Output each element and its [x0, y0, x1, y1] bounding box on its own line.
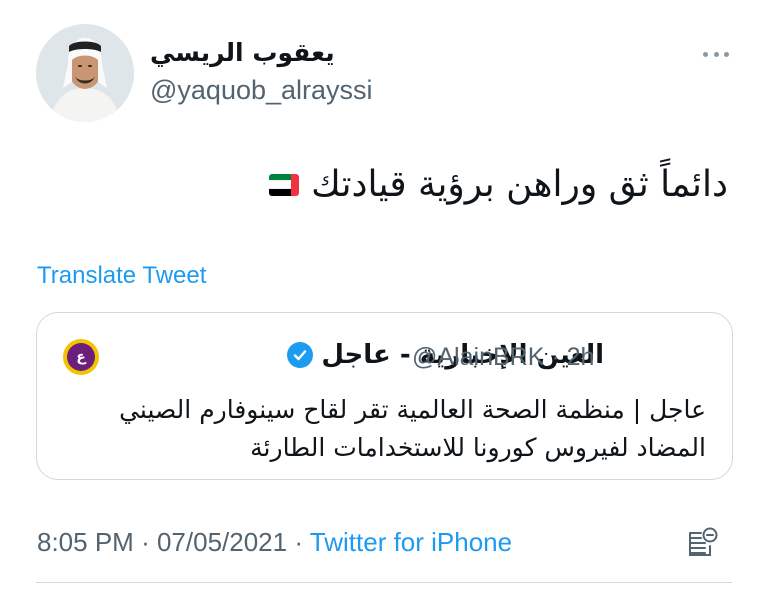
uae-flag-icon	[269, 173, 300, 196]
author-handle[interactable]: @yaquob_alrayssi	[150, 75, 373, 106]
quoted-avatar-letter: ع	[67, 343, 95, 371]
verified-icon	[287, 342, 314, 368]
tweet-date[interactable]: 07/05/2021	[157, 527, 287, 557]
more-icon[interactable]	[700, 46, 732, 62]
author-display-name[interactable]: يعقوب الريسي	[150, 38, 335, 67]
tweet-time[interactable]: 8:05 PM	[37, 527, 134, 557]
author-avatar[interactable]	[36, 24, 134, 122]
bottom-divider	[36, 582, 732, 583]
meta-separator: ·	[294, 527, 304, 557]
quoted-text-line: عاجل | منظمة الصحة العالمية تقر لقاح سين…	[119, 395, 706, 424]
quoted-separator: ·	[551, 343, 560, 371]
quoted-meta: @AlainBRK · 2h	[412, 343, 594, 372]
translate-tweet-link[interactable]: Translate Tweet	[37, 262, 206, 290]
quoted-tweet-card[interactable]: ع العين الإخبارية - عاجل @AlainBRK · 2h …	[36, 312, 733, 480]
tweet-text-content: دائماً ثق وراهن برؤية قيادتك	[311, 164, 728, 205]
tweet-source-link[interactable]: Twitter for iPhone	[310, 527, 512, 557]
tweet-meta: 8:05 PM · 07/05/2021 · Twitter for iPhon…	[37, 527, 512, 558]
analytics-icon[interactable]	[684, 526, 718, 560]
meta-separator: ·	[141, 527, 150, 557]
quoted-text: عاجل | منظمة الصحة العالمية تقر لقاح سين…	[66, 391, 706, 467]
quoted-text-line: المضاد لفيروس كورونا للاستخدامات الطارئة	[250, 433, 706, 462]
quoted-avatar[interactable]: ع	[63, 339, 99, 375]
tweet-text: دائماً ثق وراهن برؤية قيادتك	[269, 164, 728, 205]
quoted-age[interactable]: 2h	[567, 343, 595, 371]
avatar-photo	[36, 24, 134, 122]
quoted-handle[interactable]: @AlainBRK	[412, 343, 544, 371]
